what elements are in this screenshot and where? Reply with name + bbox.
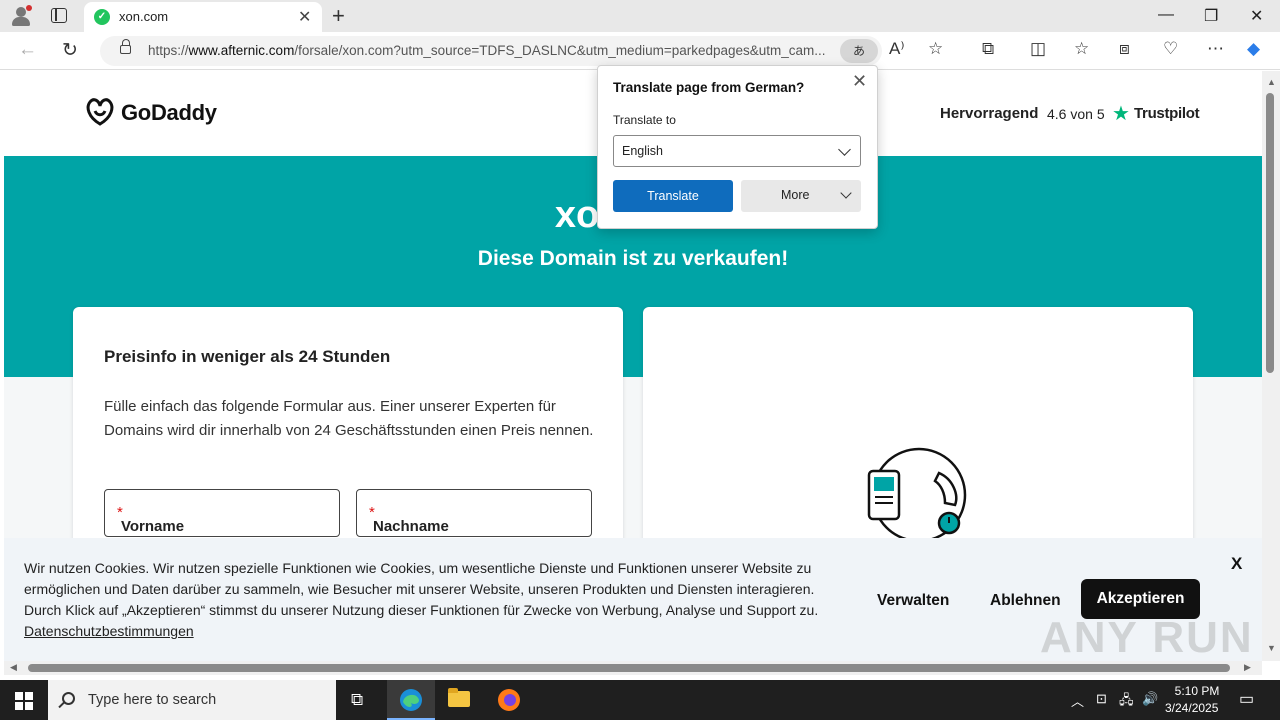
vertical-scroll-thumb[interactable] — [1266, 93, 1274, 373]
scroll-left-icon[interactable]: ◀ — [10, 662, 17, 673]
taskbar-search-box[interactable]: Type here to search — [48, 680, 336, 720]
manage-cookies-button[interactable]: Verwalten — [877, 592, 949, 610]
favicon-icon: ✓ — [94, 9, 110, 25]
privacy-policy-link[interactable]: Datenschutzbestimmungen — [24, 623, 194, 639]
logo-text: GoDaddy — [121, 100, 217, 125]
network-icon[interactable]: 🖧 — [1119, 691, 1134, 713]
profile-avatar-icon[interactable] — [8, 4, 34, 28]
trustpilot-star-icon: ★ — [1112, 103, 1130, 125]
reject-cookies-button[interactable]: Ablehnen — [990, 592, 1061, 610]
search-placeholder: Type here to search — [88, 692, 217, 708]
target-language-select[interactable]: English — [613, 135, 861, 167]
first-name-field[interactable]: Vorname * — [104, 489, 340, 537]
tray-chevron-up-icon[interactable]: ︿ — [1071, 691, 1084, 710]
phone-clock-illustration-icon — [867, 447, 967, 543]
lock-icon[interactable] — [120, 39, 131, 54]
split-screen-icon[interactable]: ◫ — [1030, 39, 1046, 59]
read-aloud-icon[interactable]: A⁾ — [889, 39, 905, 59]
translate-close-icon[interactable]: ✕ — [852, 71, 867, 92]
refresh-icon[interactable]: ↻ — [62, 39, 78, 62]
card-title: Preisinfo in weniger als 24 Stunden — [104, 347, 391, 366]
tab-xon-com[interactable]: ✓ xon.com ✕ — [84, 2, 322, 32]
settings-more-icon[interactable]: ⋯ — [1207, 39, 1224, 59]
edge-taskbar-icon[interactable] — [387, 680, 435, 720]
url-bar[interactable]: https://www.afternic.com/forsale/xon.com… — [100, 36, 882, 66]
more-options-button[interactable]: More — [741, 180, 861, 212]
horizontal-scrollbar[interactable]: ◀ ▶ — [4, 661, 1262, 675]
copilot-icon[interactable]: ◆ — [1247, 39, 1260, 59]
favorite-star-icon[interactable]: ☆ — [928, 39, 943, 59]
horizontal-scroll-thumb[interactable] — [28, 664, 1230, 672]
back-icon[interactable]: ← — [18, 39, 37, 61]
tab-close-icon[interactable]: ✕ — [298, 7, 311, 27]
favorites-icon[interactable]: ☆ — [1074, 39, 1089, 59]
windows-taskbar: Type here to search ⧉ ︿ ⊡ 🖧 🔊 5:10 PM 3/… — [0, 680, 1280, 720]
scroll-down-icon[interactable]: ▼ — [1267, 643, 1276, 653]
browser-tab-bar: ✓ xon.com ✕ + — ❐ ✕ — [0, 0, 1280, 32]
minimize-icon[interactable]: — — [1158, 6, 1174, 24]
translate-icon[interactable]: あ — [840, 39, 878, 63]
tab-title: xon.com — [119, 9, 169, 24]
vertical-scrollbar[interactable]: ▲ ▼ — [1262, 71, 1280, 661]
anyrun-watermark: ANY RUN — [1040, 613, 1254, 662]
tray-device-icon[interactable]: ⊡ — [1096, 691, 1107, 707]
tray-time[interactable]: 5:10 PM — [1172, 684, 1222, 698]
search-icon — [62, 692, 75, 705]
last-name-field[interactable]: Nachname * — [356, 489, 592, 537]
hero-subtitle: Diese Domain ist zu verkaufen! — [477, 247, 789, 270]
cookie-close-button[interactable]: X — [1231, 554, 1242, 574]
rating-score: 4.6 von 5 — [1047, 106, 1105, 122]
cookie-banner: Wir nutzen Cookies. Wir nutzen spezielle… — [4, 538, 1262, 662]
url-text[interactable]: https://www.afternic.com/forsale/xon.com… — [148, 43, 838, 58]
extensions-icon[interactable]: ⧉ — [982, 39, 994, 59]
file-explorer-icon[interactable] — [436, 680, 484, 720]
browser-essentials-icon[interactable]: ♡ — [1163, 39, 1178, 59]
firefox-icon[interactable] — [485, 680, 533, 720]
godaddy-logo[interactable]: GoDaddy — [84, 97, 224, 129]
tab-actions-icon[interactable] — [51, 8, 67, 23]
windows-start-icon[interactable] — [15, 692, 33, 710]
translate-popup-title: Translate page from German? — [613, 80, 805, 95]
new-tab-icon[interactable]: + — [332, 3, 345, 29]
card-description: Fülle einfach das folgende Formular aus.… — [104, 398, 594, 439]
chevron-down-icon — [838, 143, 851, 156]
window-close-icon[interactable]: ✕ — [1250, 6, 1263, 26]
notifications-icon[interactable]: ▭ — [1239, 689, 1254, 709]
translate-popup: Translate page from German? ✕ Translate … — [597, 65, 878, 229]
translate-button[interactable]: Translate — [613, 180, 733, 212]
chevron-down-icon — [840, 187, 852, 199]
volume-icon[interactable]: 🔊 — [1142, 691, 1158, 707]
collections-icon[interactable]: ⧈ — [1119, 39, 1130, 59]
scroll-up-icon[interactable]: ▲ — [1267, 77, 1276, 87]
trustpilot-logo[interactable]: Trustpilot — [1134, 105, 1200, 122]
godaddy-logo-icon — [86, 98, 114, 126]
translate-to-label: Translate to — [613, 113, 676, 127]
rating-label: Hervorragend — [940, 105, 1039, 122]
scroll-right-icon[interactable]: ▶ — [1244, 662, 1251, 673]
tray-date[interactable]: 3/24/2025 — [1165, 701, 1218, 715]
restore-icon[interactable]: ❐ — [1204, 6, 1218, 26]
task-view-icon[interactable]: ⧉ — [336, 680, 384, 720]
cookie-text: Wir nutzen Cookies. Wir nutzen spezielle… — [24, 560, 819, 639]
